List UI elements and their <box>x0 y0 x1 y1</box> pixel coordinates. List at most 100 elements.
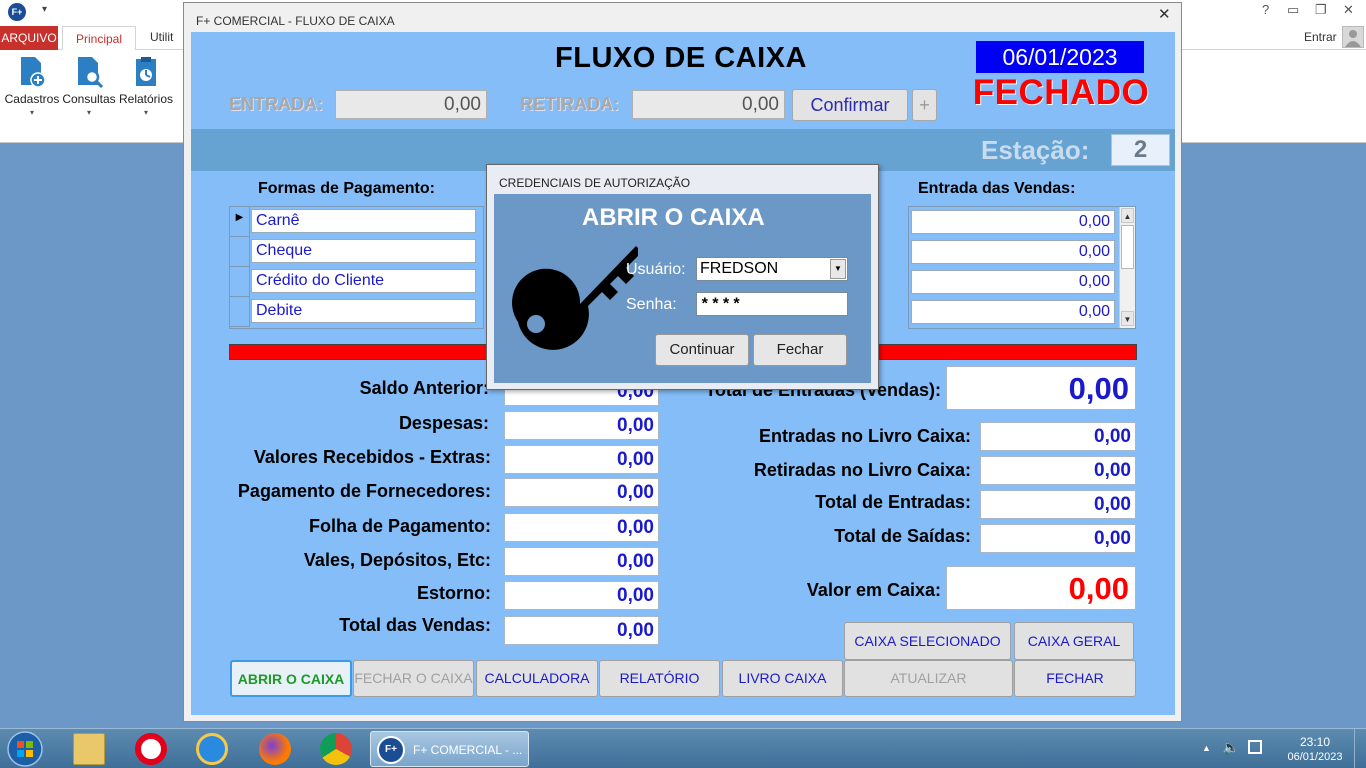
window-title: F+ COMERCIAL - FLUXO DE CAIXA <box>196 14 395 28</box>
caixa-selecionado-button[interactable]: CAIXA SELECIONADO <box>844 622 1011 660</box>
window-close-icon[interactable]: ✕ <box>1158 5 1171 23</box>
payment-methods-grid: ▶ Carnê Cheque Crédito do Cliente Debite <box>229 206 484 329</box>
estorno-label: Estorno: <box>417 583 491 603</box>
close-app-icon[interactable]: ✕ <box>1343 2 1354 18</box>
sales-value-cell[interactable]: 0,00 <box>911 210 1115 234</box>
firefox-icon[interactable] <box>259 733 291 765</box>
clock-date[interactable]: 06/01/2023 <box>1280 751 1350 763</box>
help-icon[interactable]: ? <box>1262 2 1269 17</box>
password-field[interactable]: **** <box>696 292 848 316</box>
total-vendas-value[interactable]: 0,00 <box>504 616 659 645</box>
total-entradas-vendas-value[interactable]: 0,00 <box>946 366 1136 410</box>
sales-value-cell[interactable]: 0,00 <box>911 300 1115 324</box>
fechar-button[interactable]: FECHAR <box>1014 660 1136 697</box>
tab-arquivo[interactable]: ARQUIVO <box>0 26 58 50</box>
retirada-label: RETIRADA: <box>520 94 619 114</box>
pagamento-fornecedores-label: Pagamento de Fornecedores: <box>237 481 491 501</box>
network-icon[interactable] <box>1248 740 1262 754</box>
total-saidas-label: Total de Saídas: <box>834 526 971 546</box>
show-desktop-button[interactable] <box>1354 729 1366 768</box>
continuar-button[interactable]: Continuar <box>655 334 749 366</box>
scroll-down-icon[interactable]: ▼ <box>1121 311 1134 326</box>
opera-icon[interactable] <box>135 733 167 765</box>
confirmar-button[interactable]: Confirmar <box>792 89 908 121</box>
fechar-caixa-button[interactable]: FECHAR O CAIXA <box>353 660 474 697</box>
document-search-icon <box>75 56 104 89</box>
estorno-value[interactable]: 0,00 <box>504 581 659 610</box>
taskbar-item-f-comercial[interactable]: F+ F+ COMERCIAL - ... <box>370 731 529 767</box>
sales-entries-grid: 0,00 0,00 0,00 0,00 ▲ ▼ <box>908 206 1136 329</box>
retiradas-livro-label: Retiradas no Livro Caixa: <box>753 460 971 480</box>
table-row[interactable]: Debite <box>230 297 485 327</box>
chevron-down-icon: ▾ <box>29 108 34 117</box>
table-row[interactable]: Cheque <box>230 237 485 267</box>
report-icon <box>132 56 160 88</box>
row-selector <box>230 237 250 267</box>
entrada-label: ENTRADA: <box>229 94 323 114</box>
chrome-icon[interactable] <box>320 733 352 765</box>
tab-utilitarios[interactable]: Utilit <box>150 30 173 44</box>
total-saidas-value[interactable]: 0,00 <box>980 524 1136 553</box>
grid-scrollbar[interactable]: ▲ ▼ <box>1119 207 1135 328</box>
ribbon-display-icon[interactable]: ▭ <box>1287 2 1299 18</box>
calculadora-button[interactable]: CALCULADORA <box>476 660 598 697</box>
sales-value-cell[interactable]: 0,00 <box>911 270 1115 294</box>
abrir-caixa-button[interactable]: ABRIR O CAIXA <box>230 660 352 697</box>
file-explorer-icon[interactable] <box>73 733 105 765</box>
speaker-icon[interactable]: 🔈 <box>1222 739 1239 756</box>
start-button-icon[interactable] <box>4 730 46 768</box>
tray-expand-icon[interactable]: ▲ <box>1202 743 1211 753</box>
usuario-select[interactable]: FREDSON ▼ <box>696 257 848 281</box>
avatar[interactable] <box>1342 26 1364 48</box>
clock-time[interactable]: 23:10 <box>1290 735 1340 749</box>
table-row[interactable]: ▶ Carnê <box>230 207 485 237</box>
table-row[interactable]: Crédito do Cliente <box>230 267 485 297</box>
taskbar-item-label: F+ COMERCIAL - ... <box>413 743 523 757</box>
row-selector <box>230 267 250 297</box>
total-entradas-value[interactable]: 0,00 <box>980 490 1136 519</box>
row-selector-icon: ▶ <box>230 207 250 237</box>
retirada-input[interactable]: 0,00 <box>632 90 785 119</box>
dialog-body: ABRIR O CAIXA Usuário: FREDSON ▼ Senha: … <box>494 194 871 383</box>
payment-method-cell[interactable]: Debite <box>251 299 476 323</box>
cash-status-label: FECHADO <box>972 73 1150 112</box>
atualizar-button[interactable]: ATUALIZAR <box>844 660 1013 697</box>
retiradas-livro-value[interactable]: 0,00 <box>980 456 1136 485</box>
dropdown-arrow-icon[interactable]: ▼ <box>830 259 846 279</box>
payment-method-cell[interactable]: Carnê <box>251 209 476 233</box>
app-logo-icon: F+ <box>377 736 405 764</box>
relatorios-button[interactable]: Relatórios ▾ <box>117 56 175 117</box>
consultas-button[interactable]: Consultas ▾ <box>60 56 118 117</box>
livro-caixa-button[interactable]: LIVRO CAIXA <box>722 660 843 697</box>
payment-method-cell[interactable]: Crédito do Cliente <box>251 269 476 293</box>
quick-access-dropdown-icon[interactable]: ▾ <box>42 4 47 15</box>
auth-dialog: CREDENCIAIS DE AUTORIZAÇÃO ABRIR O CAIXA… <box>486 164 879 390</box>
usuario-label: Usuário: <box>626 261 686 278</box>
chevron-down-icon: ▾ <box>86 108 91 117</box>
sign-in-link[interactable]: Entrar <box>1304 30 1337 44</box>
caixa-geral-button[interactable]: CAIXA GERAL <box>1014 622 1134 660</box>
scroll-thumb[interactable] <box>1121 225 1134 269</box>
key-icon <box>508 234 642 362</box>
chevron-down-icon: ▾ <box>143 108 148 117</box>
relatorio-button[interactable]: RELATÓRIO <box>599 660 720 697</box>
tab-principal[interactable]: Principal <box>62 26 136 51</box>
payment-method-cell[interactable]: Cheque <box>251 239 476 263</box>
restore-icon[interactable]: ❐ <box>1315 2 1327 18</box>
row-selector <box>230 297 250 327</box>
entrada-input[interactable]: 0,00 <box>335 90 487 119</box>
cadastros-button[interactable]: Cadastros ▾ <box>3 56 61 117</box>
sales-value-cell[interactable]: 0,00 <box>911 240 1115 264</box>
add-button[interactable]: + <box>912 89 937 121</box>
fechar-dialog-button[interactable]: Fechar <box>753 334 847 366</box>
vales-depositos-value[interactable]: 0,00 <box>504 547 659 576</box>
vales-depositos-label: Vales, Depósitos, Etc: <box>303 550 491 570</box>
valor-caixa-value[interactable]: 0,00 <box>946 566 1136 610</box>
despesas-label: Despesas: <box>398 413 489 433</box>
formas-pagamento-header: Formas de Pagamento: <box>258 180 435 197</box>
dialog-title: CREDENCIAIS DE AUTORIZAÇÃO <box>499 176 691 190</box>
entradas-livro-label: Entradas no Livro Caixa: <box>758 426 971 446</box>
entradas-livro-value[interactable]: 0,00 <box>980 422 1136 451</box>
scroll-up-icon[interactable]: ▲ <box>1121 208 1134 223</box>
internet-explorer-icon[interactable] <box>196 733 228 765</box>
